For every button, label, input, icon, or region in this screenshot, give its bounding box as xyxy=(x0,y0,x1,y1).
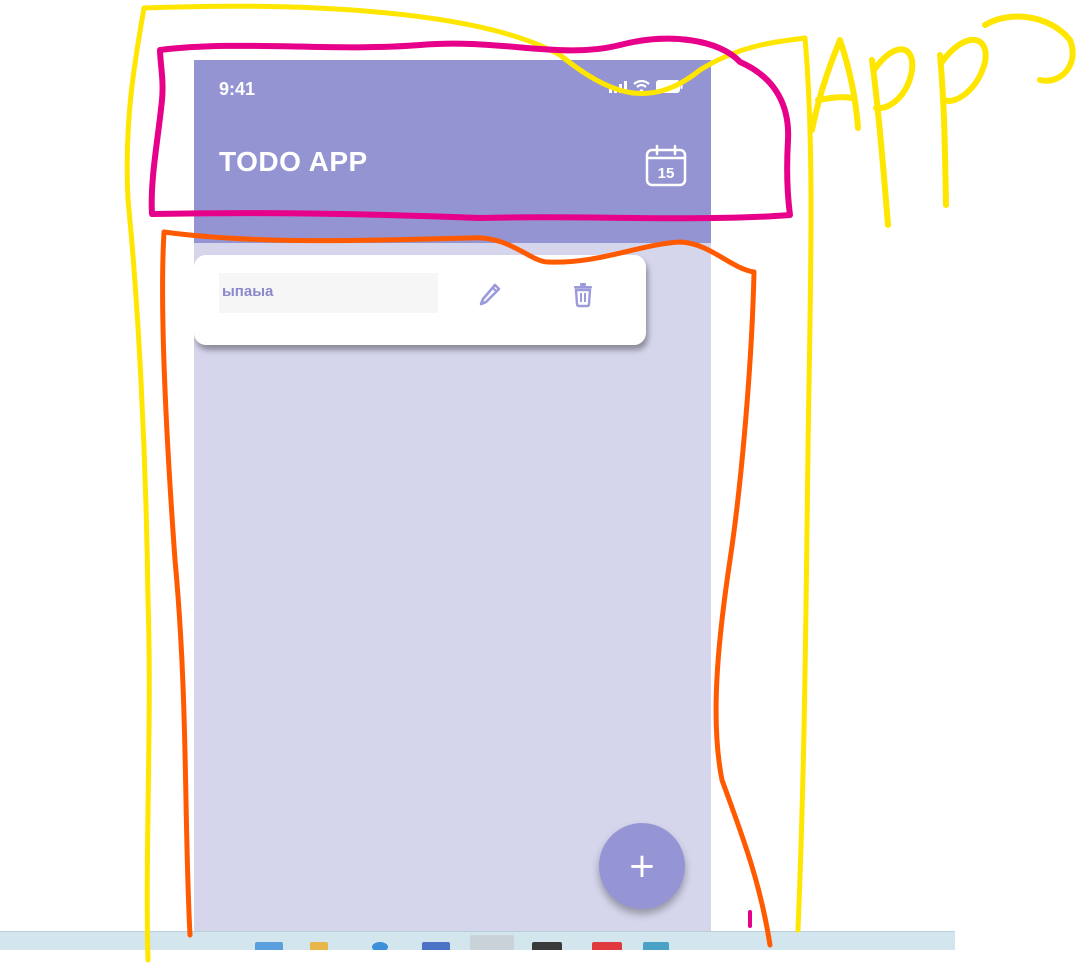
edit-todo-button[interactable] xyxy=(478,282,502,308)
status-time: 9:41 xyxy=(219,79,256,99)
delete-todo-button[interactable] xyxy=(572,282,594,308)
calendar-icon: 15 xyxy=(645,144,687,187)
windows-start-icon[interactable] xyxy=(255,942,283,950)
wifi-icon xyxy=(633,80,650,93)
os-taskbar xyxy=(0,931,955,950)
app-header: 9:41 TODO APP 15 xyxy=(194,60,711,243)
store-icon[interactable] xyxy=(422,942,450,950)
calendar-button[interactable]: 15 xyxy=(644,144,688,188)
add-todo-button[interactable]: + xyxy=(599,823,685,909)
todo-app-screen: 9:41 TODO APP 15 ыпаыа + xyxy=(194,60,711,935)
status-icons xyxy=(609,80,683,93)
calendar-day: 15 xyxy=(658,165,675,182)
folder-icon[interactable] xyxy=(310,942,328,950)
app-red-icon[interactable] xyxy=(592,942,622,950)
browser-icon[interactable] xyxy=(372,942,388,950)
app-green-icon[interactable] xyxy=(643,942,669,950)
app-icon[interactable] xyxy=(532,942,562,950)
handwritten-app-label xyxy=(809,13,1076,228)
trash-icon xyxy=(574,283,592,308)
todo-item-text[interactable]: ыпаыа xyxy=(219,273,438,313)
battery-icon xyxy=(656,80,683,93)
app-title: TODO APP xyxy=(219,146,368,177)
signal-icon xyxy=(609,81,627,93)
pencil-icon xyxy=(479,283,501,306)
plus-icon: + xyxy=(627,846,657,886)
screenshot-canvas: 9:41 TODO APP 15 ыпаыа + xyxy=(0,0,1082,965)
app-active-icon[interactable] xyxy=(470,935,514,950)
